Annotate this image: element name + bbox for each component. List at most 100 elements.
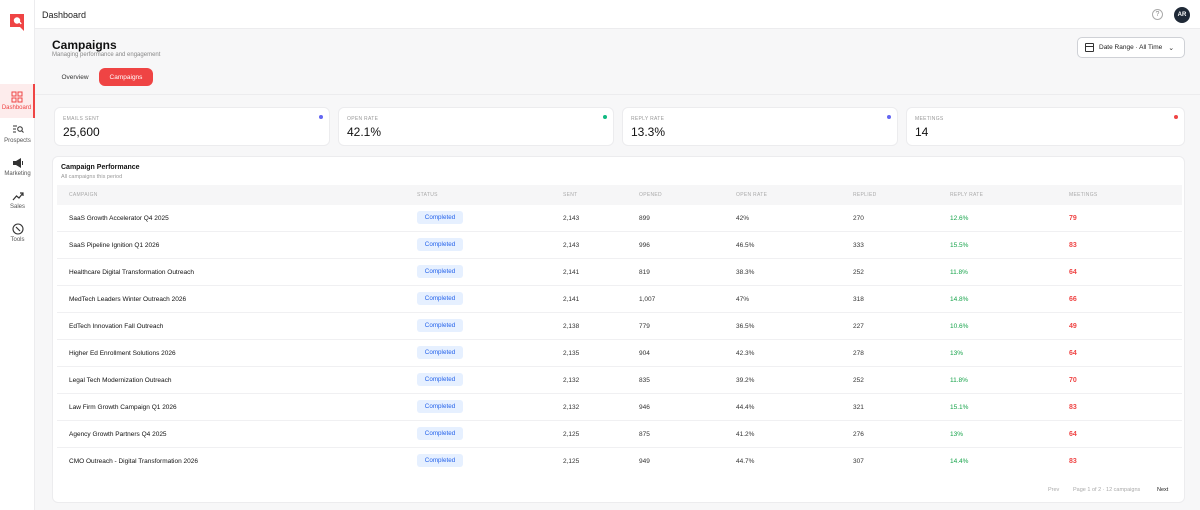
sent-value: 2,125 <box>563 458 580 465</box>
campaign-name[interactable]: EdTech Innovation Fall Outreach <box>69 323 163 330</box>
table-row[interactable]: Higher Ed Enrollment Solutions 2026 Comp… <box>57 340 1182 367</box>
tab-overview[interactable]: Overview <box>56 68 94 86</box>
sidebar-item-sales[interactable]: Sales <box>0 183 35 217</box>
grid-icon <box>11 91 22 103</box>
reply-rate-value: 11.8% <box>950 269 968 276</box>
open-rate-value: 38.3% <box>736 269 755 276</box>
reply-rate-value: 11.8% <box>950 377 968 384</box>
meetings-value: 83 <box>1069 404 1077 411</box>
campaign-name[interactable]: MedTech Leaders Winter Outreach 2026 <box>69 296 186 303</box>
column-header-replied[interactable]: REPLIED <box>853 192 877 198</box>
page-title: Campaigns <box>52 38 117 52</box>
campaign-name[interactable]: SaaS Growth Accelerator Q4 2025 <box>69 215 169 222</box>
status-badge: Completed <box>417 400 463 413</box>
sent-value: 2,141 <box>563 296 580 303</box>
reply-rate-value: 14.8% <box>950 296 969 303</box>
table-row[interactable]: Legal Tech Modernization Outreach Comple… <box>57 367 1182 394</box>
sent-value: 2,143 <box>563 215 580 222</box>
column-header-sent[interactable]: SENT <box>563 192 578 198</box>
pagination-info: Page 1 of 2 · 12 campaigns <box>1073 487 1141 493</box>
opened-value: 996 <box>639 242 650 249</box>
column-header-meetings[interactable]: MEETINGS <box>1069 192 1098 198</box>
column-header-status[interactable]: STATUS <box>417 192 438 198</box>
sent-value: 2,138 <box>563 323 580 330</box>
meetings-value: 64 <box>1069 269 1077 276</box>
replied-value: 270 <box>853 215 864 222</box>
table-row[interactable]: Law Firm Growth Campaign Q1 2026 Complet… <box>57 394 1182 421</box>
stat-value: 42.1% <box>347 125 382 139</box>
stat-card-emails-sent: EMAILS SENT 25,600 <box>54 107 330 146</box>
meetings-value: 83 <box>1069 458 1077 465</box>
sidebar-item-prospects[interactable]: Prospects <box>0 117 35 151</box>
meetings-value: 64 <box>1069 350 1077 357</box>
help-icon[interactable]: ? <box>1152 9 1163 20</box>
table-row[interactable]: MedTech Leaders Winter Outreach 2026 Com… <box>57 286 1182 313</box>
reply-rate-value: 12.6% <box>950 215 969 222</box>
breadcrumb: Dashboard <box>42 10 87 20</box>
table-row[interactable]: SaaS Pipeline Ignition Q1 2026 Completed… <box>57 232 1182 259</box>
replied-value: 307 <box>853 458 864 465</box>
meetings-value: 66 <box>1069 296 1077 303</box>
campaign-name[interactable]: SaaS Pipeline Ignition Q1 2026 <box>69 242 159 249</box>
reply-rate-value: 15.5% <box>950 242 969 249</box>
divider <box>35 94 1200 95</box>
campaign-name[interactable]: Legal Tech Modernization Outreach <box>69 377 172 384</box>
status-dot <box>1174 115 1178 119</box>
pagination-next-button[interactable]: Next <box>1157 487 1168 493</box>
sidebar-item-marketing[interactable]: Marketing <box>0 150 35 184</box>
table-row[interactable]: CMO Outreach - Digital Transformation 20… <box>57 448 1182 475</box>
sidebar-item-dashboard[interactable]: Dashboard <box>0 84 35 118</box>
opened-value: 875 <box>639 431 650 438</box>
page-subtitle: Managing performance and engagement <box>52 52 161 58</box>
open-rate-value: 41.2% <box>736 431 755 438</box>
column-header-campaign[interactable]: CAMPAIGN <box>69 192 98 198</box>
column-header-opened[interactable]: OPENED <box>639 192 662 198</box>
table-row[interactable]: SaaS Growth Accelerator Q4 2025 Complete… <box>57 205 1182 232</box>
tab-campaigns[interactable]: Campaigns <box>99 68 153 86</box>
calendar-icon <box>1085 43 1094 52</box>
pagination-prev-button[interactable]: Prev <box>1048 487 1059 493</box>
compass-icon <box>11 223 24 235</box>
status-dot <box>887 115 891 119</box>
replied-value: 321 <box>853 404 864 411</box>
sent-value: 2,125 <box>563 431 580 438</box>
table-header: CAMPAIGN STATUS SENT OPENED OPEN RATE RE… <box>57 185 1182 205</box>
open-rate-value: 42% <box>736 215 750 222</box>
replied-value: 252 <box>853 269 864 276</box>
opened-value: 835 <box>639 377 650 384</box>
avatar[interactable]: AR <box>1174 7 1190 23</box>
meetings-value: 83 <box>1069 242 1077 249</box>
open-rate-value: 36.5% <box>736 323 755 330</box>
opened-value: 819 <box>639 269 650 276</box>
open-rate-value: 44.4% <box>736 404 755 411</box>
column-header-open-rate[interactable]: OPEN RATE <box>736 192 767 198</box>
table-row[interactable]: Agency Growth Partners Q4 2025 Completed… <box>57 421 1182 448</box>
status-badge: Completed <box>417 238 463 251</box>
campaign-name[interactable]: Healthcare Digital Transformation Outrea… <box>69 269 194 276</box>
campaign-name[interactable]: Agency Growth Partners Q4 2025 <box>69 431 167 438</box>
sidebar-item-label: Dashboard <box>1 105 32 111</box>
status-badge: Completed <box>417 373 463 386</box>
table-title: Campaign Performance <box>61 164 140 171</box>
status-badge: Completed <box>417 427 463 440</box>
campaign-name[interactable]: Higher Ed Enrollment Solutions 2026 <box>69 350 176 357</box>
chevron-down-icon: ⌄ <box>1168 44 1175 52</box>
sidebar-item-label: Prospects <box>4 138 31 144</box>
table-subtitle: All campaigns this period <box>61 174 123 180</box>
column-header-reply-rate[interactable]: REPLY RATE <box>950 192 983 198</box>
table-row[interactable]: Healthcare Digital Transformation Outrea… <box>57 259 1182 286</box>
sent-value: 2,132 <box>563 404 580 411</box>
open-rate-value: 47% <box>736 296 750 303</box>
campaign-name[interactable]: CMO Outreach - Digital Transformation 20… <box>69 458 198 465</box>
date-range-button[interactable]: Date Range · All Time ⌄ <box>1077 37 1185 58</box>
replied-value: 278 <box>853 350 864 357</box>
stat-card-open-rate: OPEN RATE 42.1% <box>338 107 614 146</box>
table-row[interactable]: EdTech Innovation Fall Outreach Complete… <box>57 313 1182 340</box>
sidebar-item-label: Marketing <box>4 171 31 177</box>
app-logo[interactable] <box>9 13 25 32</box>
sidebar-item-tools[interactable]: Tools <box>0 216 35 250</box>
stat-label: REPLY RATE <box>631 116 665 122</box>
campaign-name[interactable]: Law Firm Growth Campaign Q1 2026 <box>69 404 177 411</box>
open-rate-value: 39.2% <box>736 377 755 384</box>
reply-rate-value: 10.6% <box>950 323 969 330</box>
